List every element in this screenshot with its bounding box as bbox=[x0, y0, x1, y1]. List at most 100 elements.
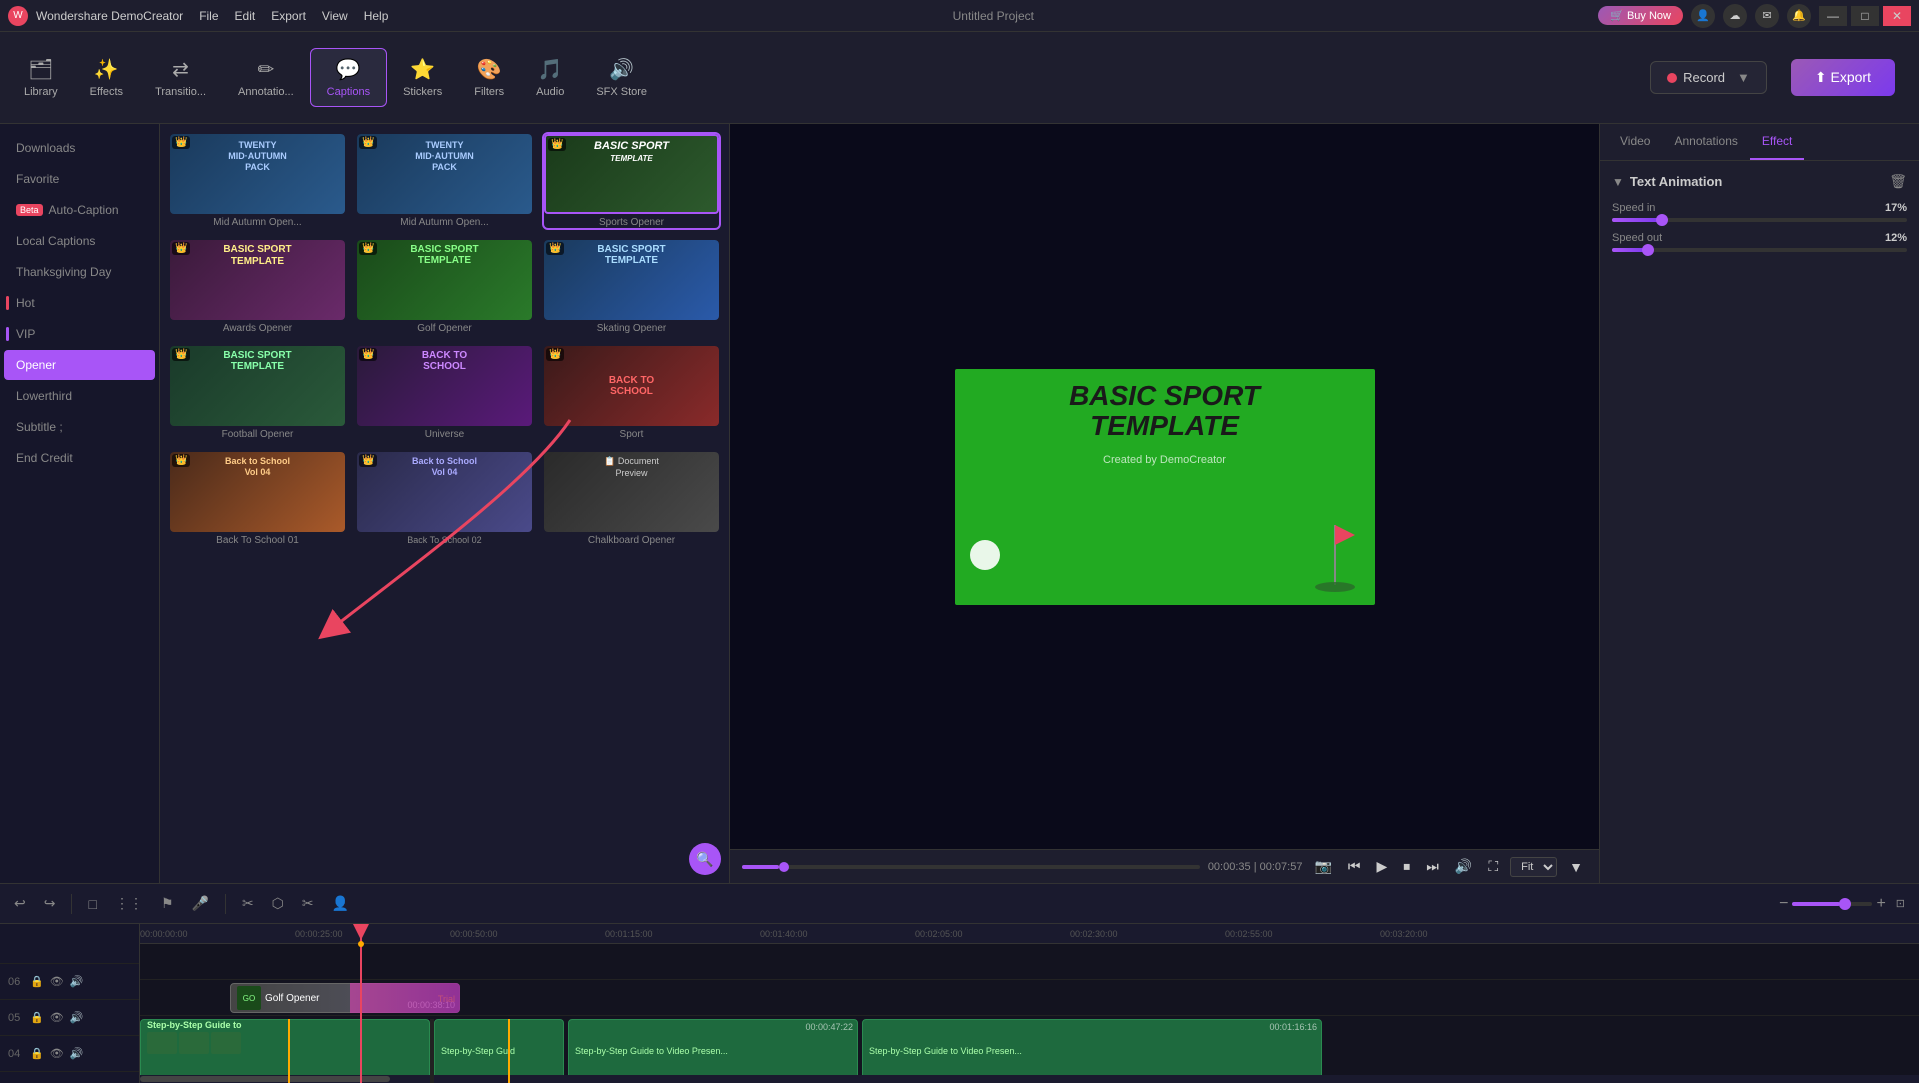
grid-item-back-to-school-1[interactable]: 👑 Back to SchoolVol 04 Back To School 01 bbox=[168, 450, 347, 548]
track-lock-06[interactable]: 🔒 bbox=[30, 975, 44, 988]
track04-clip-3[interactable]: Step-by-Step Guide to Video Presen... 00… bbox=[568, 1019, 858, 1083]
track04-clip-4[interactable]: Step-by-Step Guide to Video Presen... 00… bbox=[862, 1019, 1322, 1083]
mail-icon[interactable]: ✉ bbox=[1755, 4, 1779, 28]
delete-effect-button[interactable]: 🗑 bbox=[1889, 173, 1907, 190]
profile-icon[interactable]: 👤 bbox=[1691, 4, 1715, 28]
grid-item-back-to-school-2[interactable]: 👑 Back to SchoolVol 04 Back To School 02 bbox=[355, 450, 534, 548]
cloud-icon[interactable]: ☁ bbox=[1723, 4, 1747, 28]
sidebar-item-local-captions[interactable]: Local Captions bbox=[4, 226, 155, 256]
preview-progress-bar[interactable] bbox=[742, 865, 1200, 869]
toolbar-captions[interactable]: 💬 Captions bbox=[310, 48, 387, 107]
track-num-04: 04 bbox=[8, 1048, 24, 1060]
grid-item-football-opener[interactable]: 👑 BASIC SPORTTEMPLATE Football Opener bbox=[168, 344, 347, 442]
menu-edit[interactable]: Edit bbox=[235, 9, 256, 23]
close-button[interactable]: ✕ bbox=[1883, 6, 1911, 26]
sidebar-item-downloads[interactable]: Downloads bbox=[4, 133, 155, 163]
transition-button[interactable]: ⬡ bbox=[266, 891, 290, 916]
toolbar-annotations[interactable]: ✏ Annotatio... bbox=[222, 49, 310, 106]
toolbar-stickers[interactable]: ⭐ Stickers bbox=[387, 49, 458, 106]
maximize-button[interactable]: □ bbox=[1851, 6, 1879, 26]
sidebar-item-auto-caption[interactable]: Beta Auto-Caption bbox=[4, 195, 155, 225]
export-button[interactable]: ⬆ Export bbox=[1791, 59, 1895, 96]
stop-btn[interactable]: ⏹ bbox=[1399, 856, 1414, 877]
undo-button[interactable]: ↩ bbox=[8, 891, 32, 916]
grid-item-mid-autumn-2[interactable]: 👑 TWENTYMID·AUTUMNPACK Mid Autumn Open..… bbox=[355, 132, 534, 230]
buy-now-button[interactable]: 🛒 Buy Now bbox=[1598, 6, 1683, 25]
add-person-button[interactable]: 👤 bbox=[326, 891, 355, 916]
sidebar-item-thanksgiving[interactable]: Thanksgiving Day bbox=[4, 257, 155, 287]
trim-button[interactable]: ✂ bbox=[296, 891, 320, 916]
grid-item-sport[interactable]: 👑 BACK TOSCHOOL Sport bbox=[542, 344, 721, 442]
toolbar-audio[interactable]: 🎵 Audio bbox=[520, 49, 580, 106]
fit-timeline-button[interactable]: ⊡ bbox=[1890, 893, 1911, 914]
record-voice-button[interactable]: 🎤 bbox=[186, 891, 215, 916]
speed-in-slider[interactable] bbox=[1612, 218, 1907, 222]
toolbar-filters[interactable]: 🎨 Filters bbox=[458, 49, 520, 106]
horizontal-scrollbar-thumb[interactable] bbox=[140, 1076, 390, 1082]
sidebar-item-vip[interactable]: VIP bbox=[4, 319, 155, 349]
record-dropdown-arrow: ▼ bbox=[1737, 70, 1750, 85]
fit-select[interactable]: Fit bbox=[1510, 857, 1557, 877]
bell-icon[interactable]: 🔔 bbox=[1787, 4, 1811, 28]
grid-item-universe[interactable]: 👑 BACK TOSCHOOL Universe bbox=[355, 344, 534, 442]
menu-export[interactable]: Export bbox=[271, 9, 306, 23]
snapshot-button[interactable]: □ bbox=[82, 892, 102, 916]
marker-button[interactable]: ⚑ bbox=[155, 891, 180, 916]
preview-progress-thumb bbox=[779, 862, 789, 872]
menu-help[interactable]: Help bbox=[364, 9, 389, 23]
record-button[interactable]: Record ▼ bbox=[1650, 61, 1767, 94]
track04-clip-1[interactable]: Step-by-Step Guide to bbox=[140, 1019, 430, 1083]
redo-button[interactable]: ↪ bbox=[38, 891, 62, 916]
sidebar-item-end-credit[interactable]: End Credit bbox=[4, 443, 155, 473]
track04-clip-2[interactable]: Step-by-Step Guid bbox=[434, 1019, 564, 1083]
sidebar-item-favorite[interactable]: Favorite bbox=[4, 164, 155, 194]
track-lock-04[interactable]: 🔒 bbox=[30, 1047, 44, 1060]
zoom-thumb[interactable] bbox=[1839, 898, 1851, 910]
sidebar-item-subtitle[interactable]: Subtitle ; bbox=[4, 412, 155, 442]
toolbar-effects[interactable]: ✨ Effects bbox=[74, 49, 139, 106]
track-audio-05[interactable]: 🔊 bbox=[70, 1011, 84, 1024]
grid-item-golf-opener[interactable]: 👑 BASIC SPORTTEMPLATE Golf Opener bbox=[355, 238, 534, 336]
minimize-button[interactable]: — bbox=[1819, 6, 1847, 26]
grid-item-awards-opener[interactable]: 👑 BASIC SPORTTEMPLATE Awards Opener bbox=[168, 238, 347, 336]
search-button[interactable]: 🔍 bbox=[689, 843, 721, 875]
volume-btn[interactable]: 🔊 bbox=[1451, 856, 1476, 877]
camera-btn[interactable]: 📷 bbox=[1310, 856, 1335, 877]
fullscreen-btn[interactable]: ⛶ bbox=[1484, 856, 1502, 877]
speed-out-slider[interactable] bbox=[1612, 248, 1907, 252]
track-lock-05[interactable]: 🔒 bbox=[30, 1011, 44, 1024]
split-button[interactable]: ⋮⋮ bbox=[109, 891, 149, 916]
speed-out-thumb[interactable] bbox=[1642, 244, 1654, 256]
track-audio-06[interactable]: 🔊 bbox=[70, 975, 84, 988]
tab-effect[interactable]: Effect bbox=[1750, 124, 1804, 160]
tab-video[interactable]: Video bbox=[1608, 124, 1662, 160]
sidebar-item-opener[interactable]: Opener bbox=[4, 350, 155, 380]
sidebar-item-lowerthird[interactable]: Lowerthird bbox=[4, 381, 155, 411]
prev-btn[interactable]: ⏮ bbox=[1344, 856, 1365, 877]
toolbar-transitions[interactable]: ⇄ Transitio... bbox=[139, 49, 222, 106]
play-btn[interactable]: ▶ bbox=[1373, 856, 1392, 877]
sidebar-item-hot[interactable]: Hot bbox=[4, 288, 155, 318]
track-eye-06[interactable]: 👁 bbox=[50, 975, 64, 988]
zoom-in-button[interactable]: + bbox=[1876, 895, 1885, 913]
zoom-slider[interactable] bbox=[1792, 902, 1872, 906]
grid-item-skating-opener[interactable]: 👑 BASIC SPORTTEMPLATE Skating Opener bbox=[542, 238, 721, 336]
menu-file[interactable]: File bbox=[199, 9, 218, 23]
track-eye-05[interactable]: 👁 bbox=[50, 1011, 64, 1024]
grid-item-sports-opener[interactable]: 👑 BASIC SPORTTEMPLATE Sports Opener bbox=[542, 132, 721, 230]
track-eye-04[interactable]: 👁 bbox=[50, 1047, 64, 1060]
zoom-out-button[interactable]: − bbox=[1779, 895, 1788, 913]
track-audio-04[interactable]: 🔊 bbox=[70, 1047, 84, 1060]
tl-playhead[interactable] bbox=[360, 924, 362, 1083]
toolbar-library[interactable]: 🗂 Library bbox=[8, 49, 74, 106]
crown-badge-golf: 👑 bbox=[359, 242, 377, 255]
menu-view[interactable]: View bbox=[322, 9, 348, 23]
toolbar-sfx[interactable]: 🔊 SFX Store bbox=[580, 49, 663, 106]
grid-item-mid-autumn-1[interactable]: 👑 TWENTYMID·AUTUMNPACK Mid Autumn Open..… bbox=[168, 132, 347, 230]
tab-annotations[interactable]: Annotations bbox=[1662, 124, 1749, 160]
next-btn[interactable]: ⏭ bbox=[1422, 856, 1443, 877]
speed-in-thumb[interactable] bbox=[1656, 214, 1668, 226]
cut-button[interactable]: ✂ bbox=[236, 891, 260, 916]
collapse-button[interactable]: ▼ bbox=[1612, 175, 1624, 189]
grid-item-chalkboard-opener[interactable]: 📋 DocumentPreview Chalkboard Opener bbox=[542, 450, 721, 548]
